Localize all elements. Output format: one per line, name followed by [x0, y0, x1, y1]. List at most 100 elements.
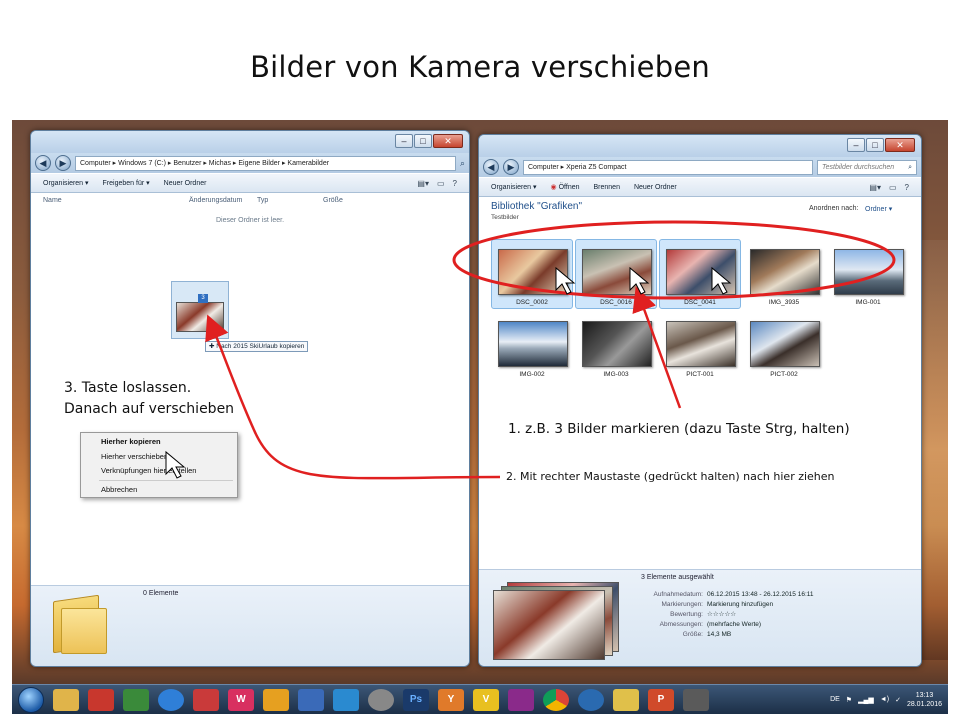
app-icon[interactable]: V [473, 688, 499, 711]
detail-key: Bewertung: [670, 611, 703, 618]
minimize-icon[interactable]: – [395, 134, 413, 148]
burn-button[interactable]: Brennen [594, 184, 620, 191]
address-bar[interactable]: Computer ▸ Windows 7 (C:) ▸ Benutzer ▸ M… [75, 155, 456, 171]
maximize-icon[interactable]: □ [866, 138, 884, 152]
thumbnail-label: DSC_0016 [600, 299, 632, 306]
app-icon[interactable] [613, 688, 639, 711]
volume-icon[interactable]: ◄) [880, 696, 889, 703]
thumbnail-image [750, 321, 820, 367]
view-options-icon[interactable]: ▤▾ [869, 183, 881, 192]
chrome-icon[interactable] [543, 688, 569, 711]
back-icon[interactable]: ◀ [483, 159, 499, 175]
arrange-dropdown[interactable]: Ordner ▾ [865, 205, 892, 213]
app-icon[interactable] [333, 688, 359, 711]
detail-row: Bewertung: ☆☆☆☆☆ [619, 610, 919, 620]
clock[interactable]: 13:13 28.01.2016 [907, 691, 942, 709]
column-date[interactable]: Änderungsdatum [189, 197, 242, 204]
app-icon[interactable] [508, 688, 534, 711]
thumbnail[interactable]: IMG-002 [491, 311, 573, 381]
column-size[interactable]: Größe [323, 197, 343, 204]
thumbnail[interactable]: PICT-001 [659, 311, 741, 381]
detail-value[interactable]: Markierung hinzufügen [707, 600, 773, 610]
thumbnail-image [582, 321, 652, 367]
title-bar[interactable]: – □ ✕ [31, 131, 469, 153]
thumbnail[interactable]: IMG-003 [575, 311, 657, 381]
empty-folder-text: Dieser Ordner ist leer. [215, 217, 285, 224]
menu-item-move-here[interactable]: Hierher verschieben [101, 452, 168, 461]
column-type[interactable]: Typ [257, 197, 268, 204]
new-folder-button[interactable]: Neuer Ordner [634, 184, 677, 191]
preview-pane-icon[interactable]: ▭ [889, 183, 897, 192]
maximize-icon[interactable]: □ [414, 134, 432, 148]
note-step2: 2. Mit rechter Maustaste (gedrückt halte… [506, 470, 835, 483]
app-icon[interactable] [683, 688, 709, 711]
app-icon[interactable] [263, 688, 289, 711]
thumbnail[interactable]: IMG_3935 [743, 239, 825, 309]
media-icon[interactable] [368, 688, 394, 711]
menu-item-cancel[interactable]: Abbrechen [101, 485, 137, 494]
search-icon: ⌕ [908, 163, 912, 171]
minimize-icon[interactable]: – [847, 138, 865, 152]
new-folder-button[interactable]: Neuer Ordner [164, 180, 207, 187]
thumbnail[interactable]: DSC_0002 [491, 239, 573, 309]
network-icon[interactable]: ▂▄▆ [858, 696, 874, 704]
thumbnail[interactable]: DSC_0041 [659, 239, 741, 309]
drag-tooltip: ✚ Nach 2015 SkiUrlaub kopieren [205, 341, 309, 352]
thumbnail[interactable]: DSC_0016 [575, 239, 657, 309]
close-icon[interactable]: ✕ [885, 138, 915, 152]
thumbnail-image [834, 249, 904, 295]
detail-key: Größe: [682, 631, 703, 638]
thumbnail[interactable]: PICT-002 [743, 311, 825, 381]
app-icon[interactable]: W [228, 688, 254, 711]
photoshop-icon[interactable]: Ps [403, 688, 429, 711]
app-icon[interactable] [88, 688, 114, 711]
menu-item-copy-here[interactable]: Hierher kopieren [101, 437, 161, 446]
app-icon[interactable]: Y [438, 688, 464, 711]
detail-properties: Aufnahmedatum: 06.12.2015 13:48 - 26.12.2… [619, 590, 919, 640]
back-icon[interactable]: ◀ [35, 155, 51, 171]
explorer-window-right[interactable]: – □ ✕ ◀ ▶ Computer ▸ Xperia Z5 Compact T… [478, 134, 922, 667]
preview-pane-icon[interactable]: ▭ [437, 179, 445, 188]
system-tray: DE ⚑ ▂▄▆ ◄) ✓ 13:13 28.01.2016 [830, 691, 948, 709]
app-icon[interactable] [123, 688, 149, 711]
help-icon[interactable]: ? [905, 183, 909, 192]
detail-value: ☆☆☆☆☆ [707, 611, 737, 618]
thumbnail-view[interactable]: Bibliothek "Grafiken" Testbilder Anordne… [479, 197, 921, 569]
powerpoint-icon[interactable]: P [648, 688, 674, 711]
app-icon[interactable] [193, 688, 219, 711]
forward-icon[interactable]: ▶ [55, 155, 71, 171]
title-bar[interactable]: – □ ✕ [479, 135, 921, 157]
thumbnail[interactable]: IMG-001 [827, 239, 909, 309]
organize-button[interactable]: Organisieren ▾ [43, 179, 89, 187]
organize-button[interactable]: Organisieren ▾ [491, 183, 537, 191]
detail-key: Aufnahmedatum: [653, 591, 703, 598]
address-bar[interactable]: Computer ▸ Xperia Z5 Compact [523, 159, 813, 175]
detail-value: 06.12.2015 13:48 - 26.12.2015 16:11 [707, 591, 814, 598]
close-icon[interactable]: ✕ [433, 134, 463, 148]
app-icon[interactable] [578, 688, 604, 711]
flag-icon[interactable]: ⚑ [846, 696, 852, 704]
note-step1: 1. z.B. 3 Bilder markieren (dazu Taste S… [508, 421, 850, 437]
address-row: ◀ ▶ Computer ▸ Windows 7 (C:) ▸ Benutzer… [31, 153, 469, 173]
search-icon[interactable]: ⌕ [460, 158, 465, 169]
detail-key: Abmessungen: [659, 621, 703, 628]
search-input[interactable]: Testbilder durchsuchen ⌕ [817, 159, 917, 175]
browser-icon[interactable] [158, 688, 184, 711]
forward-icon[interactable]: ▶ [503, 159, 519, 175]
language-indicator[interactable]: DE [830, 696, 840, 703]
open-button[interactable]: ◉ Öffnen [551, 183, 580, 191]
explorer-icon[interactable] [53, 688, 79, 711]
start-button[interactable] [18, 686, 44, 713]
app-icon[interactable] [298, 688, 324, 711]
drag-count-badge: 3 [198, 294, 208, 303]
share-button[interactable]: Freigeben für ▾ [103, 179, 150, 187]
column-name[interactable]: Name [43, 197, 62, 204]
note-step3-line2: Danach auf verschieben [64, 401, 235, 417]
thumbnail-label: DSC_0041 [684, 299, 716, 306]
help-icon[interactable]: ? [453, 179, 457, 188]
detail-row: Markierungen: Markierung hinzufügen [619, 600, 919, 610]
note-step3-line1: 3. Taste loslassen. [64, 380, 192, 396]
menu-item-create-shortcuts[interactable]: Verknüpfungen hier erstellen [101, 466, 196, 475]
view-options-icon[interactable]: ▤▾ [417, 179, 429, 188]
power-icon[interactable]: ✓ [895, 696, 901, 704]
